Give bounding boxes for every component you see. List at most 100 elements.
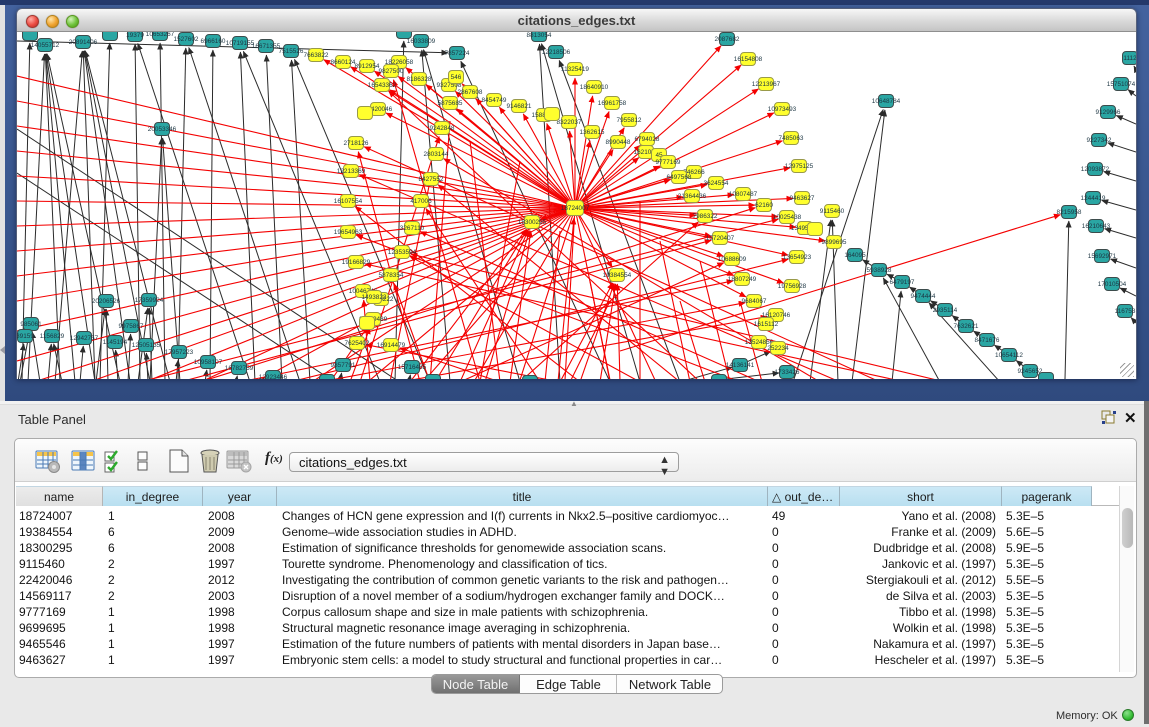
- svg-text:19654963: 19654963: [334, 229, 363, 236]
- svg-text:9975867: 9975867: [119, 323, 144, 330]
- svg-text:1362615: 1362615: [580, 129, 605, 136]
- svg-text:39159: 39159: [17, 333, 34, 340]
- svg-text:6794028: 6794028: [635, 136, 660, 143]
- svg-text:20891406: 20891406: [69, 39, 98, 46]
- svg-text:1112: 1112: [1123, 55, 1136, 62]
- svg-text:20206526: 20206526: [92, 298, 121, 305]
- svg-text:5938928: 5938928: [867, 267, 892, 274]
- svg-text:19379: 19379: [126, 32, 144, 39]
- svg-text:16210643: 16210643: [1082, 223, 1111, 230]
- svg-text:8660124: 8660124: [331, 59, 356, 66]
- svg-text:417006: 417006: [410, 198, 432, 205]
- svg-text:10654112: 10654112: [995, 352, 1023, 359]
- svg-text:2718126: 2718126: [344, 140, 369, 147]
- svg-text:16107554: 16107554: [334, 198, 363, 205]
- svg-text:1244419: 1244419: [1081, 195, 1106, 202]
- svg-text:12505135: 12505135: [132, 342, 161, 349]
- svg-text:9129966: 9129966: [1096, 109, 1121, 116]
- svg-text:8912954: 8912954: [355, 63, 380, 70]
- svg-text:10973493: 10973493: [768, 106, 797, 113]
- svg-text:2867608: 2867608: [458, 89, 483, 96]
- svg-text:3267110: 3267110: [400, 225, 425, 232]
- svg-text:14055712: 14055712: [31, 42, 60, 49]
- svg-text:12975125: 12975125: [785, 163, 814, 170]
- svg-text:3624554: 3624554: [704, 180, 729, 187]
- svg-text:17010504: 17010504: [1098, 281, 1127, 288]
- svg-text:13654923: 13654923: [783, 254, 812, 261]
- svg-text:18724007: 18724007: [561, 205, 590, 212]
- svg-text:9242848: 9242848: [430, 125, 455, 132]
- svg-text:8471676: 8471676: [975, 337, 1000, 344]
- svg-text:21364436: 21364436: [678, 193, 707, 200]
- svg-text:6479197: 6479197: [890, 279, 915, 286]
- svg-text:8813054: 8813054: [527, 32, 552, 39]
- svg-text:8186328: 8186328: [407, 76, 432, 83]
- svg-text:5878354: 5878354: [379, 272, 404, 279]
- svg-text:7986322: 7986322: [693, 213, 718, 220]
- svg-text:7625402: 7625402: [345, 340, 370, 347]
- svg-text:12923446: 12923446: [259, 374, 288, 379]
- svg-text:8990448: 8990448: [606, 139, 631, 146]
- svg-text:16033809: 16033809: [407, 38, 436, 45]
- svg-text:1145194: 1145194: [103, 339, 128, 346]
- svg-text:16782759: 16782759: [225, 365, 254, 372]
- svg-text:9777169: 9777169: [656, 159, 681, 166]
- svg-text:7663822: 7663822: [304, 52, 329, 59]
- svg-text:10719155: 10719155: [226, 40, 255, 47]
- svg-text:7632621: 7632621: [954, 323, 979, 330]
- svg-text:1156829: 1156829: [40, 333, 65, 340]
- svg-text:14136141: 14136141: [726, 362, 755, 369]
- svg-text:10025438: 10025438: [773, 214, 802, 221]
- svg-text:8322037: 8322037: [557, 119, 582, 126]
- svg-text:17957223: 17957223: [165, 349, 194, 356]
- svg-text:9684067: 9684067: [742, 298, 767, 305]
- svg-text:10648784: 10648784: [872, 98, 901, 105]
- svg-text:6497568: 6497568: [667, 174, 692, 181]
- svg-text:18640910: 18640910: [580, 84, 609, 91]
- svg-text:8215958: 8215958: [1057, 209, 1082, 216]
- svg-text:17359924: 17359924: [135, 297, 164, 304]
- svg-text:8427552: 8427552: [419, 176, 444, 183]
- svg-text:985061: 985061: [20, 321, 42, 328]
- svg-text:12213369: 12213369: [337, 168, 366, 175]
- svg-text:19384554: 19384554: [603, 272, 632, 279]
- svg-text:2935114: 2935114: [933, 307, 958, 314]
- svg-text:15751074: 15751074: [1107, 81, 1136, 88]
- svg-text:10807487: 10807487: [729, 191, 758, 198]
- svg-text:16154808: 16154808: [734, 56, 763, 63]
- svg-text:9474444: 9474444: [911, 293, 936, 300]
- svg-text:9899695: 9899695: [822, 239, 847, 246]
- svg-text:18300295: 18300295: [518, 219, 547, 226]
- svg-text:10688609: 10688609: [718, 256, 747, 263]
- svg-text:6966160: 6966160: [201, 38, 226, 45]
- svg-text:9227342: 9227342: [1087, 137, 1112, 144]
- svg-text:19756928: 19756928: [778, 283, 807, 290]
- svg-text:1527602: 1527602: [174, 36, 199, 43]
- svg-text:16671355: 16671355: [252, 43, 281, 50]
- svg-text:1733426: 1733426: [775, 369, 800, 376]
- svg-text:12093872: 12093872: [1081, 166, 1110, 173]
- svg-text:62160: 62160: [755, 202, 773, 209]
- svg-text:9827500: 9827500: [379, 68, 404, 75]
- svg-text:7857224: 7857224: [445, 50, 470, 57]
- svg-text:16914479: 16914479: [377, 342, 406, 349]
- svg-text:9146821: 9146821: [507, 103, 532, 110]
- svg-text:5875685: 5875685: [438, 100, 463, 107]
- svg-text:20053346: 20053346: [148, 126, 177, 133]
- svg-text:16961758: 16961758: [598, 100, 627, 107]
- svg-text:10958107: 10958107: [194, 359, 223, 366]
- svg-text:2087682: 2087682: [715, 36, 740, 43]
- svg-text:11325419: 11325419: [561, 66, 589, 73]
- svg-text:19166829: 19166829: [342, 259, 371, 266]
- svg-text:16543362: 16543362: [368, 82, 397, 89]
- svg-text:15692971: 15692971: [1088, 253, 1117, 260]
- svg-text:1615112: 1615112: [754, 321, 779, 328]
- svg-text:12353594: 12353594: [388, 249, 417, 256]
- svg-text:15720407: 15720407: [706, 235, 735, 242]
- svg-text:546: 546: [451, 74, 462, 81]
- svg-text:7485063: 7485063: [779, 135, 804, 142]
- svg-text:12218506: 12218506: [542, 49, 571, 56]
- svg-text:1493822: 1493822: [362, 294, 387, 301]
- svg-text:9115460: 9115460: [820, 208, 845, 215]
- svg-text:9857791: 9857791: [331, 362, 356, 369]
